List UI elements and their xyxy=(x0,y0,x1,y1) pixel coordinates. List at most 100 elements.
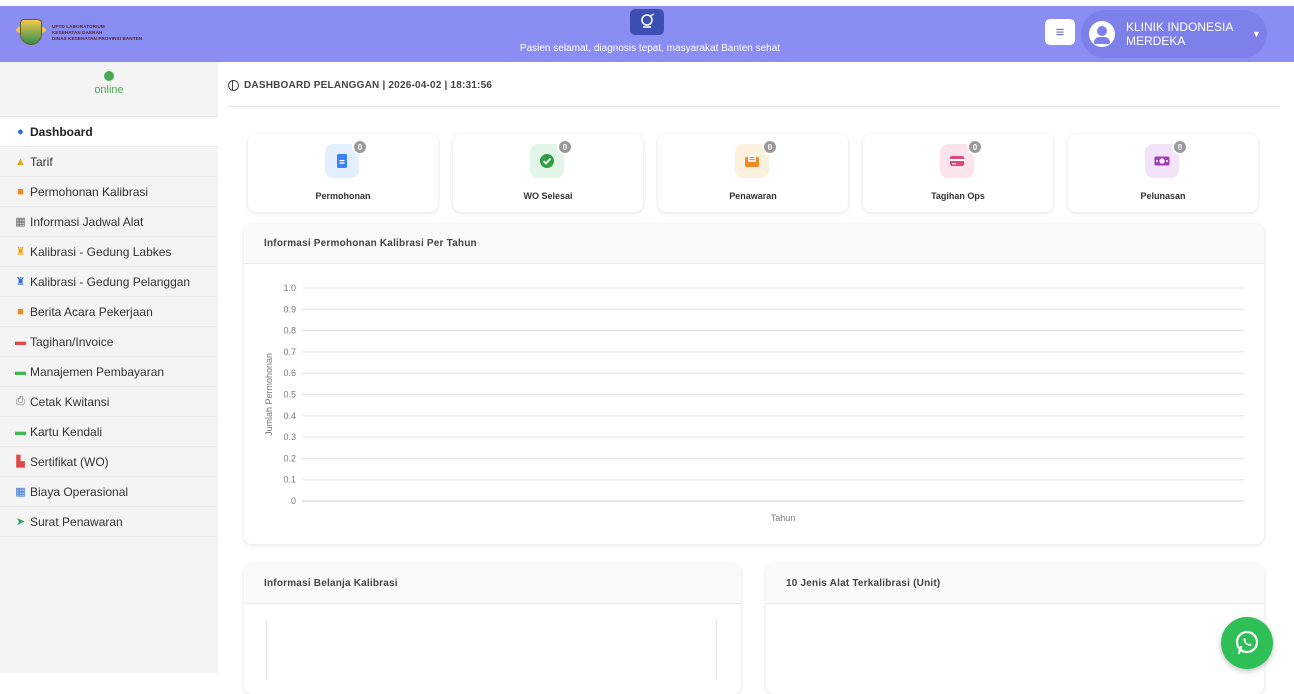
stat-card-permohonan[interactable]: 0 Permohonan xyxy=(248,134,438,212)
send-icon: ➤ xyxy=(15,516,26,528)
microscope-icon: ♜ xyxy=(15,246,26,258)
breadcrumb-text: DASHBOARD PELANGGAN | 2026-04-02 | 18:31… xyxy=(244,80,493,91)
sidebar-item-label: Sertifikat (WO) xyxy=(30,454,109,469)
dashboard-icon: ● xyxy=(17,125,24,138)
stat-label: Pelunasan xyxy=(1140,191,1186,201)
sidebar-item-label: Cetak Kwitansi xyxy=(30,394,110,409)
status-dot-icon xyxy=(104,71,114,81)
y-tick-label: 0.1 xyxy=(283,475,296,485)
globe-icon xyxy=(228,80,239,91)
status-text: online xyxy=(94,84,124,96)
banten-emblem-icon xyxy=(16,17,46,49)
sidebar-item-kalibrasi-gedung-labkes[interactable]: ♜ Kalibrasi - Gedung Labkes xyxy=(0,237,218,267)
stat-label: Permohonan xyxy=(315,191,371,201)
top-bar: UPTD LABORATORIUM KESEHATAN DAERAH DINAS… xyxy=(0,0,1294,62)
count-badge: 0 xyxy=(762,139,778,155)
caret-down-icon: ▼ xyxy=(1252,29,1261,39)
sidebar-item-label: Berita Acara Pekerjaan xyxy=(30,304,153,319)
sidebar-nav: ● Dashboard ▲ Tarif ■ Permohonan Kalibrasi ▦ In… xyxy=(0,117,218,537)
count-badge: 0 xyxy=(1172,139,1188,155)
whatsapp-icon xyxy=(1235,630,1259,655)
logo-line-3: DINAS KESEHATAN PROVINSI BANTEN xyxy=(52,36,143,41)
stat-card-pelunasan[interactable]: 0 Pelunasan xyxy=(1068,134,1258,212)
online-status: online xyxy=(0,62,218,117)
sidebar-item-cetak-kwitansi[interactable]: ⎙ Cetak Kwitansi xyxy=(0,387,218,417)
user-avatar-icon xyxy=(1089,21,1115,47)
sidebar-item-label: Dashboard xyxy=(30,124,93,139)
sidebar-item-kartu-kendali[interactable]: ▬ Kartu Kendali xyxy=(0,417,218,447)
belanja-panel: Informasi Belanja Kalibrasi xyxy=(244,564,741,694)
y-tick-label: 0.9 xyxy=(283,304,296,314)
calculator-icon: ▦ xyxy=(15,486,26,498)
sidebar-item-tarif[interactable]: ▲ Tarif xyxy=(0,147,218,177)
microscope-icon: ♜ xyxy=(15,276,26,288)
sidebar-item-tagihan-invoice[interactable]: ▬ Tagihan/Invoice xyxy=(0,327,218,357)
whatsapp-chat-button[interactable] xyxy=(1221,617,1273,669)
sidebar-item-label: Kalibrasi - Gedung Labkes xyxy=(30,244,172,259)
sidebar: online ● Dashboard ▲ Tarif ■ Permohonan Kalib… xyxy=(0,62,218,673)
sidebar-item-informasi-jadwal-alat[interactable]: ▦ Informasi Jadwal Alat xyxy=(0,207,218,237)
sidebar-item-label: Surat Penawaran xyxy=(30,514,123,529)
logo-text: UPTD LABORATORIUM KESEHATAN DAERAH DINAS… xyxy=(52,24,142,42)
sidebar-item-label: Manajemen Pembayaran xyxy=(30,364,165,379)
y-tick-label: 0 xyxy=(291,496,296,506)
stat-label: Penawaran xyxy=(729,191,777,201)
sidebar-item-label: Informasi Jadwal Alat xyxy=(30,214,144,229)
sidebar-item-label: Kartu Kendali xyxy=(30,424,103,439)
sidebar-item-surat-penawaran[interactable]: ➤ Surat Penawaran xyxy=(0,507,218,537)
sidebar-item-biaya-operasional[interactable]: ▦ Biaya Operasional xyxy=(0,477,218,507)
brand-logo[interactable]: UPTD LABORATORIUM KESEHATAN DAERAH DINAS… xyxy=(16,16,186,50)
sidebar-item-label: Tarif xyxy=(30,154,53,169)
stat-card-penawaran[interactable]: 0 Penawaran xyxy=(658,134,848,212)
tagline: Pasien selamat, diagnosis tepat, masyara… xyxy=(519,43,781,54)
stat-label: WO Selesai xyxy=(523,191,573,201)
hamburger-icon: ≡ xyxy=(1055,23,1065,41)
y-tick-label: 0.7 xyxy=(283,347,296,357)
count-badge: 0 xyxy=(967,139,983,155)
permohonan-chart: 0 0.1 0.2 0.3 0.4 0.5 0.6 0.7 0.8 0.9 1.0 Jumlah Pe… xyxy=(264,283,1244,523)
count-badge: 0 xyxy=(557,139,573,155)
folder-icon: ■ xyxy=(17,185,24,198)
sidebar-item-kalibrasi-gedung-pelanggan[interactable]: ♜ Kalibrasi - Gedung Pelanggan xyxy=(0,267,218,297)
invoice-icon: ▬ xyxy=(15,335,26,348)
app-logo-icon xyxy=(630,9,664,35)
y-axis-label: Jumlah Permohonan xyxy=(264,353,274,436)
y-tick-label: 0.5 xyxy=(283,390,296,400)
chart-axis-line xyxy=(716,620,717,680)
y-tick-label: 1.0 xyxy=(283,283,296,293)
count-badge: 0 xyxy=(352,139,368,155)
sidebar-item-manajemen-pembayaran[interactable]: ▬ Manajemen Pembayaran xyxy=(0,357,218,387)
card-icon: ▬ xyxy=(15,425,26,438)
sidebar-item-label: Permohonan Kalibrasi xyxy=(30,184,149,199)
sidebar-item-sertifikat-wo[interactable]: ▙ Sertifikat (WO) xyxy=(0,447,218,477)
stat-card-tagihan-ops[interactable]: 0 Tagihan Ops xyxy=(863,134,1053,212)
stat-card-wo-selesai[interactable]: 0 WO Selesai xyxy=(453,134,643,212)
sidebar-item-berita-acara-pekerjaan[interactable]: ■ Berita Acara Pekerjaan xyxy=(0,297,218,327)
sidebar-item-dashboard[interactable]: ● Dashboard xyxy=(0,117,218,147)
menu-toggle-button[interactable]: ≡ xyxy=(1045,19,1075,45)
alat-panel: 10 Jenis Alat Terkalibrasi (Unit) xyxy=(766,564,1264,694)
certificate-icon: ▙ xyxy=(16,456,25,468)
y-tick-label: 0.2 xyxy=(283,453,296,463)
folder-icon: ■ xyxy=(17,305,24,318)
calendar-icon: ▦ xyxy=(15,216,26,228)
main-content: DASHBOARD PELANGGAN | 2026-04-02 | 18:31… xyxy=(218,62,1294,694)
printer-icon: ⎙ xyxy=(16,395,25,407)
sidebar-item-permohonan-kalibrasi[interactable]: ■ Permohonan Kalibrasi xyxy=(0,177,218,207)
y-tick-label: 0.6 xyxy=(283,368,296,378)
sidebar-item-label: Tagihan/Invoice xyxy=(30,334,114,349)
panel-title: Informasi Belanja Kalibrasi xyxy=(244,564,741,604)
permohonan-chart-panel: Informasi Permohonan Kalibrasi Per Tahun… xyxy=(244,224,1264,544)
x-axis-label: Tahun xyxy=(771,513,796,523)
panel-title: Informasi Permohonan Kalibrasi Per Tahun xyxy=(244,224,1264,264)
sidebar-item-label: Biaya Operasional xyxy=(30,484,129,499)
breadcrumb: DASHBOARD PELANGGAN | 2026-04-02 | 18:31… xyxy=(228,80,492,91)
stat-label: Tagihan Ops xyxy=(931,191,985,201)
user-menu[interactable]: KLINIK INDONESIA MERDEKA ▼ xyxy=(1081,10,1267,58)
chart-axis-line xyxy=(266,620,267,680)
y-tick-label: 0.4 xyxy=(283,411,296,421)
user-name: KLINIK INDONESIA MERDEKA xyxy=(1126,20,1233,48)
money-icon: ▬ xyxy=(15,365,26,378)
y-tick-label: 0.8 xyxy=(283,326,296,336)
hand-coin-icon: ▲ xyxy=(15,155,26,168)
